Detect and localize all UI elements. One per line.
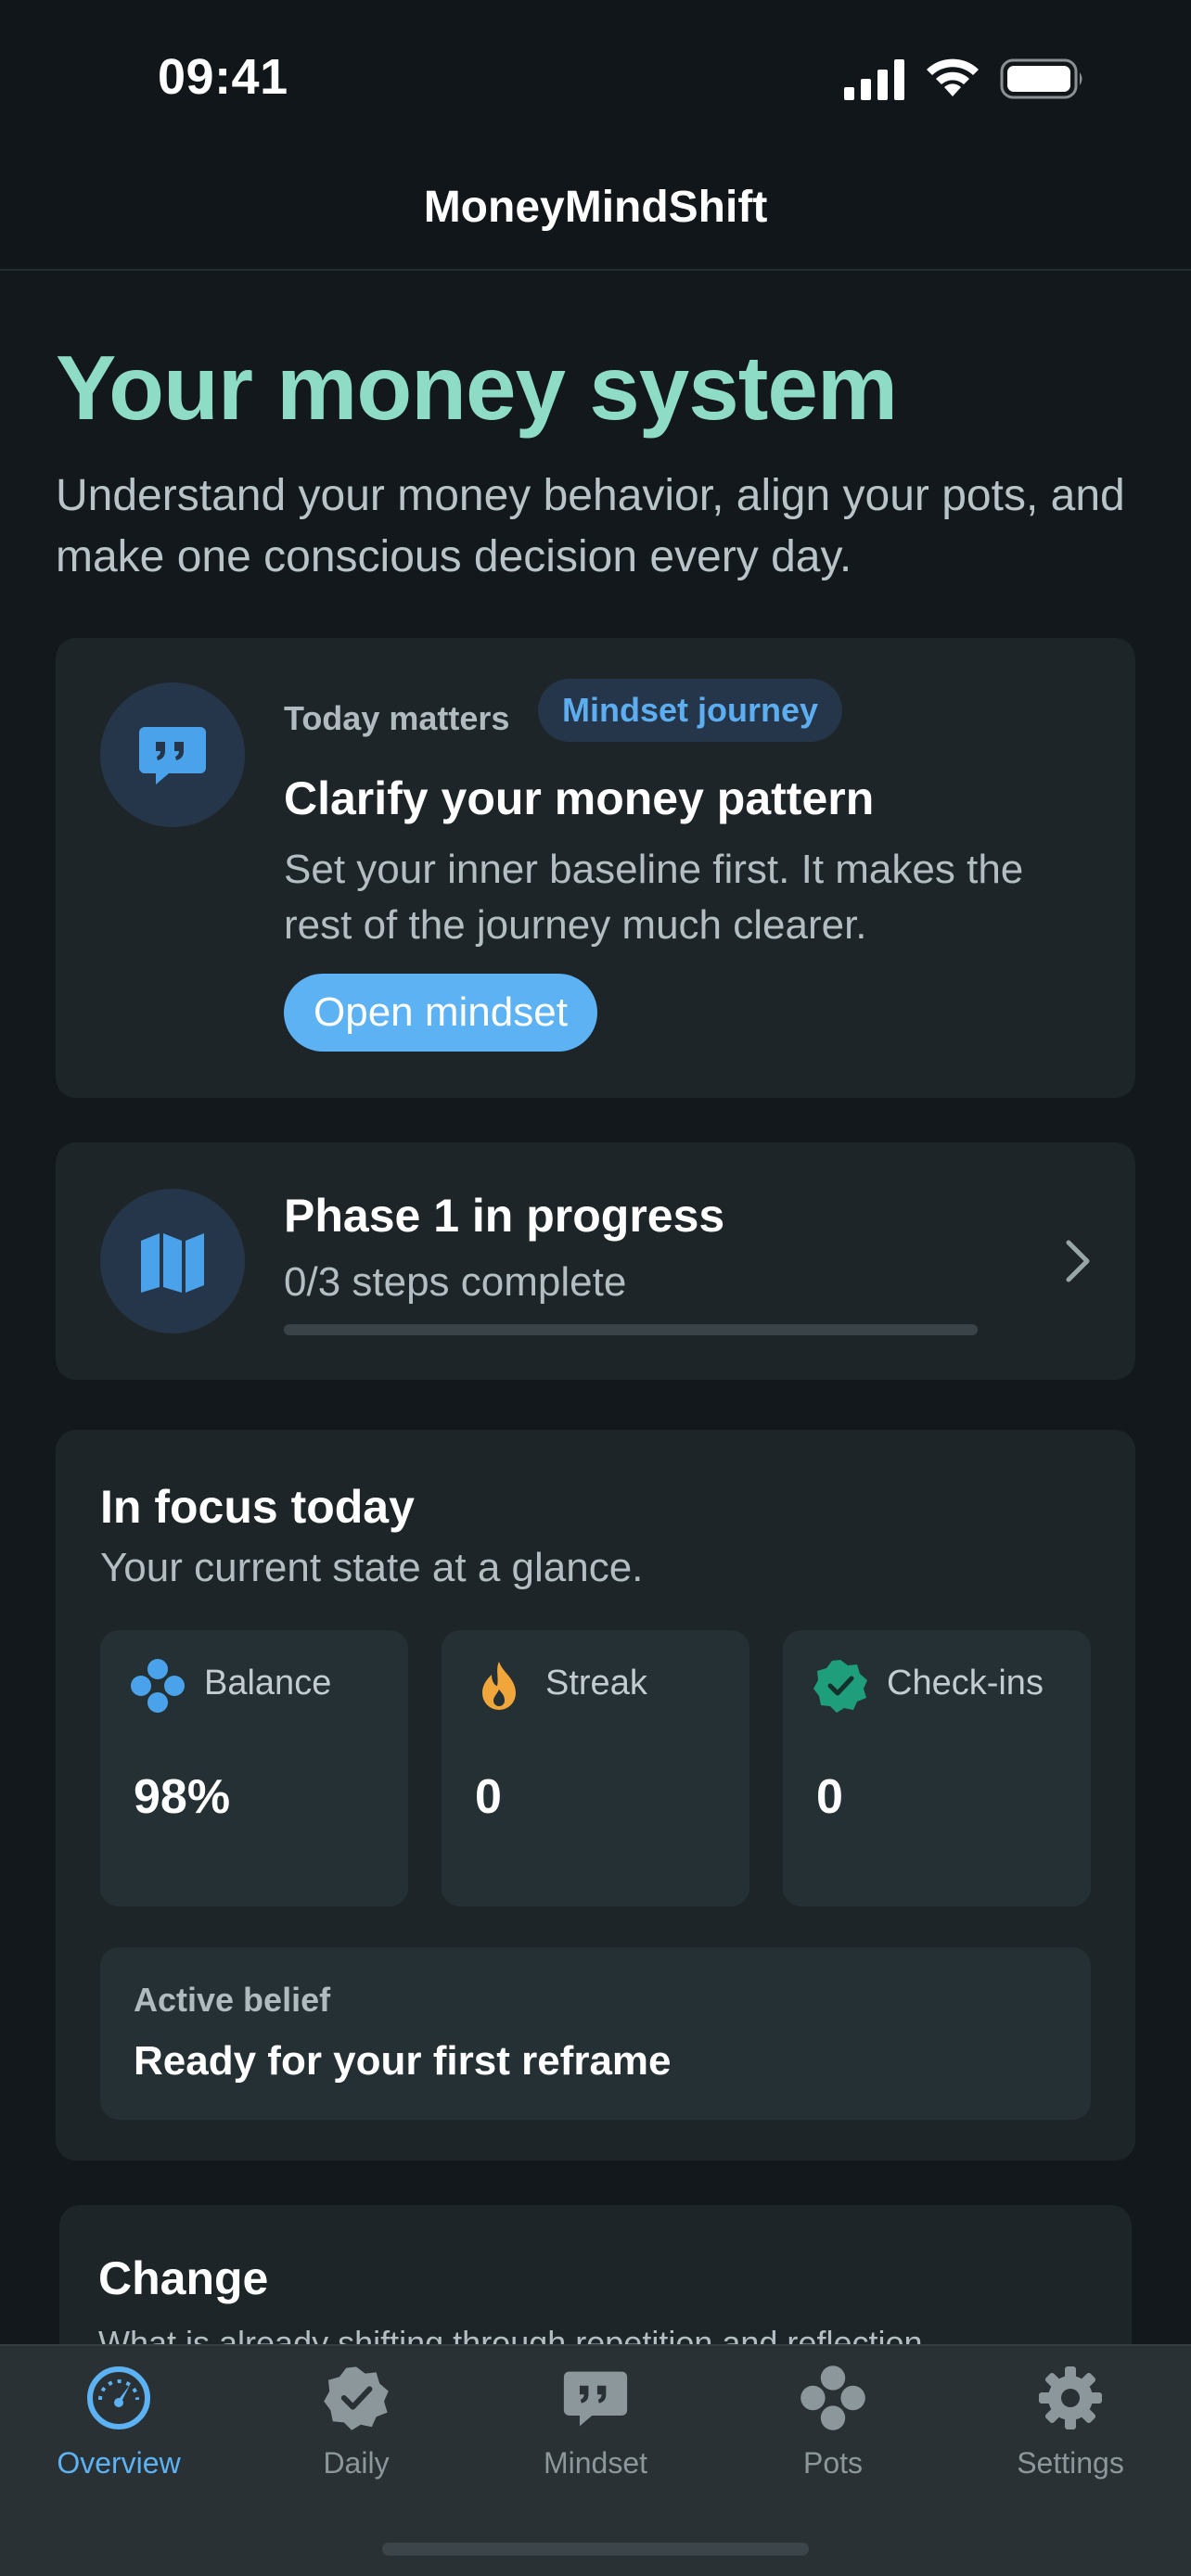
tab-overview[interactable]: Overview <box>0 2346 237 2494</box>
phase-icon-circle <box>100 1189 245 1333</box>
tab-mindset[interactable]: Mindset <box>477 2346 714 2494</box>
overview-content[interactable]: Your money system Understand your money … <box>0 271 1191 2344</box>
navigation-bar: MoneyMindShift <box>0 139 1191 271</box>
tab-label: Daily <box>323 2446 390 2480</box>
quote-bubble-icon <box>139 727 206 784</box>
today-body: Set your inner baseline first. It makes … <box>284 847 1024 948</box>
active-belief-label: Active belief <box>134 1981 331 2019</box>
home-indicator <box>382 2543 809 2556</box>
stat-value: 0 <box>475 1770 502 1824</box>
app-screen: 09:41 MoneyMindShift Your money system U… <box>0 0 1191 2576</box>
quote-bubble-icon <box>563 2371 628 2427</box>
stat-label: Balance <box>204 1664 332 1702</box>
check-badge-icon <box>813 1660 867 1713</box>
mindset-journey-badge: Mindset journey <box>538 679 843 742</box>
pots-icon <box>800 2366 865 2430</box>
app-title: MoneyMindShift <box>423 183 768 232</box>
tab-label: Settings <box>1017 2446 1124 2480</box>
tab-label: Pots <box>802 2446 864 2480</box>
tab-pots[interactable]: Pots <box>714 2346 952 2494</box>
change-card: Change What is already shifting through … <box>59 2205 1132 2344</box>
today-icon-circle <box>100 682 245 827</box>
tab-settings[interactable]: Settings <box>952 2346 1189 2494</box>
status-bar: 09:41 <box>0 0 1191 139</box>
change-title: Change <box>98 2252 269 2304</box>
phase-title: Phase 1 in progress <box>284 1190 725 1242</box>
stat-tile-check-ins: Check-ins 0 <box>783 1630 1091 1906</box>
map-icon <box>141 1233 204 1293</box>
gauge-icon <box>87 2366 150 2429</box>
stat-label: Streak <box>545 1664 647 1702</box>
today-matters-card: Today matters Mindset journey Clarify yo… <box>56 638 1135 1098</box>
change-subtitle: What is already shifting through repetit… <box>98 2324 932 2344</box>
stat-value: 98% <box>134 1770 231 1824</box>
stat-tile-streak: Streak 0 <box>442 1630 749 1906</box>
page-subtitle: Understand your money behavior, align yo… <box>56 471 1125 581</box>
tab-bar: Overview Daily Mindset Pots Settings <box>0 2344 1191 2576</box>
phase-progress-bar <box>284 1324 978 1335</box>
stat-tile-balance: Balance 98% <box>100 1630 408 1906</box>
wifi-icon <box>927 58 979 96</box>
gear-icon <box>1039 2366 1102 2429</box>
chevron-right-icon <box>1066 1240 1090 1282</box>
open-mindset-button[interactable]: Open mindset <box>284 974 597 1052</box>
battery-icon <box>1000 58 1082 99</box>
tab-label: Overview <box>57 2446 181 2480</box>
active-belief-value: Ready for your first reframe <box>134 2038 672 2084</box>
check-badge-icon <box>324 2366 389 2430</box>
tab-label: Mindset <box>543 2446 648 2480</box>
tab-daily[interactable]: Daily <box>237 2346 475 2494</box>
today-heading: Clarify your money pattern <box>284 772 875 824</box>
phase-progress-card[interactable]: Phase 1 in progress 0/3 steps complete <box>56 1142 1135 1380</box>
phase-steps-text: 0/3 steps complete <box>284 1259 627 1305</box>
flame-icon <box>482 1662 516 1710</box>
status-time: 09:41 <box>158 49 288 105</box>
cellular-signal-icon <box>844 59 904 100</box>
today-kicker: Today matters <box>284 699 510 737</box>
stat-label: Check-ins <box>887 1664 1044 1702</box>
active-belief-box: Active belief Ready for your first refra… <box>100 1947 1091 2120</box>
page-title: Your money system <box>56 337 898 439</box>
stat-value: 0 <box>816 1770 843 1824</box>
pots-icon <box>131 1659 185 1713</box>
focus-title: In focus today <box>100 1481 415 1533</box>
in-focus-today-card: In focus today Your current state at a g… <box>56 1430 1135 2161</box>
focus-subtitle: Your current state at a glance. <box>100 1545 644 1590</box>
